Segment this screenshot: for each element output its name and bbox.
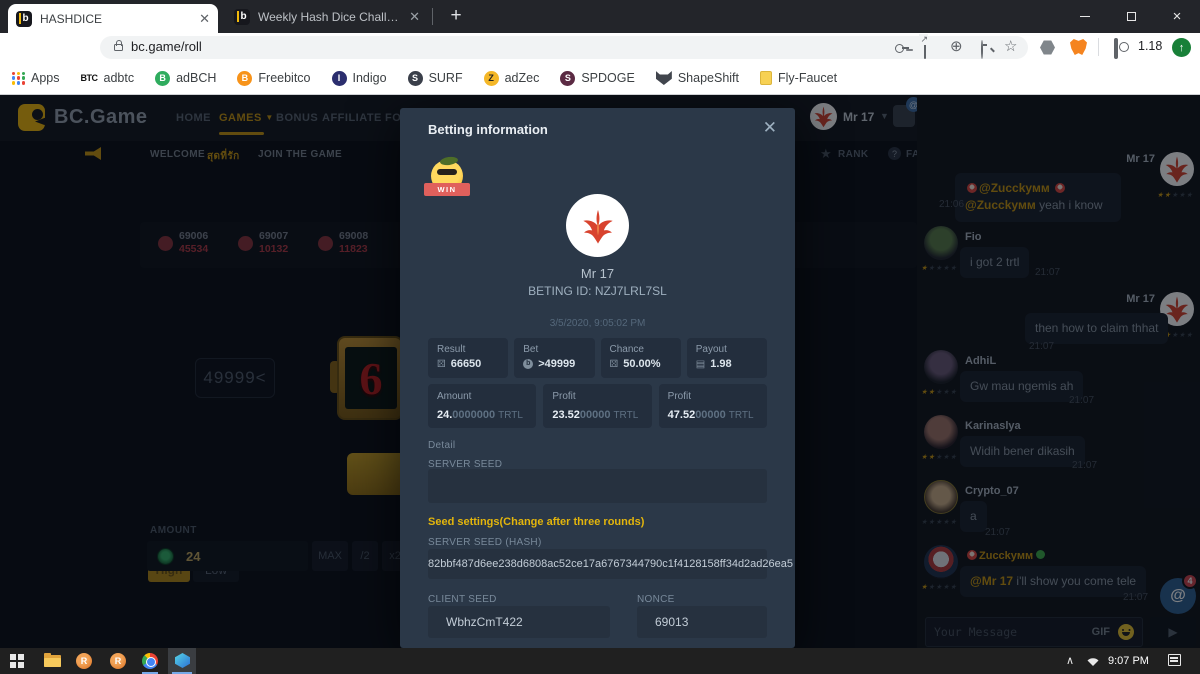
update-arrow-icon[interactable]: ↑ (1172, 38, 1191, 57)
minimize-button[interactable] (1062, 0, 1108, 32)
active-app-icon (175, 653, 190, 668)
address-bar[interactable] (100, 36, 1028, 59)
profit-card: Profit 23.5200000TRTL (543, 384, 651, 428)
app-r-icon[interactable]: R (76, 653, 92, 669)
stats-row: Result ⚄66650 Bet b>49999 Chance ⚄50.00%… (428, 338, 767, 378)
extension-badge-value: 1.18 (1138, 39, 1162, 53)
amounts-row: Amount 24.0000000TRTL Profit 23.5200000T… (428, 384, 767, 428)
betting-info-modal: Betting information ✕ WIN Mr 17 BETING I… (400, 108, 795, 648)
zoom-out-icon[interactable] (981, 40, 983, 59)
client-seed-field[interactable]: WbhzCmT422 (428, 606, 610, 638)
bookmarks-bar: Apps BTC adbtc B adBCH B Freebitco I Ind… (0, 62, 1200, 95)
file-explorer-icon[interactable] (44, 655, 61, 667)
amount-card: Amount 24.0000000TRTL (428, 384, 536, 428)
tab-separator (432, 8, 433, 25)
tab-hashdice[interactable]: b HASHDICE ✕ (8, 4, 218, 33)
indigo-icon: I (332, 71, 347, 86)
close-button[interactable]: × (1154, 0, 1200, 32)
extension-camera-icon[interactable] (1114, 38, 1118, 59)
bookmark-apps[interactable]: Apps (12, 71, 60, 85)
bookmark-adbch[interactable]: B adBCH (155, 71, 216, 86)
active-app-button[interactable] (168, 648, 196, 674)
client-seed-label: CLIENT SEED (428, 594, 497, 605)
nonce-label: NONCE (637, 594, 675, 605)
bookmark-shapeshift[interactable]: ShapeShift (656, 71, 739, 85)
server-seed-hash-field[interactable]: 82bbf487d6ee238d6808ac52ce17a6767344790c… (428, 549, 767, 579)
dice-icon: ⚄ (437, 359, 446, 370)
nonce-field[interactable]: 69013 (637, 606, 767, 638)
bch-icon: B (155, 71, 170, 86)
player-name: Mr 17 (400, 266, 795, 281)
tray-chevron-icon[interactable]: ∧ (1066, 654, 1074, 667)
action-center-icon[interactable] (1168, 654, 1181, 666)
apps-grid-icon (12, 72, 25, 85)
toolbar-separator (1098, 38, 1099, 56)
new-tab-button[interactable]: + (443, 3, 469, 29)
server-seed-hash-label: SERVER SEED (HASH) (428, 537, 542, 548)
stat-payout: Payout ▤1.98 (687, 338, 767, 378)
cards-icon: ▤ (696, 359, 705, 370)
stat-bet: Bet b>49999 (514, 338, 594, 378)
win-badge: WIN (426, 160, 468, 206)
bookmark-star-icon[interactable]: ☆ (1004, 37, 1017, 55)
wifi-icon[interactable] (1086, 655, 1100, 667)
open-in-new-icon[interactable] (924, 40, 926, 59)
zec-icon: Z (484, 71, 499, 86)
freebitco-icon: B (237, 71, 252, 86)
player-avatar (566, 194, 629, 257)
tab-weekly-challenge[interactable]: b Weekly Hash Dice Challenge - Se ✕ (226, 0, 428, 33)
bcgame-favicon: b (16, 11, 32, 27)
surf-icon: S (408, 71, 423, 86)
bcgame-favicon: b (234, 9, 250, 25)
start-button[interactable] (10, 654, 24, 668)
bookmark-freebitco[interactable]: B Freebitco (237, 71, 310, 86)
clock[interactable]: 9:07 PM (1108, 655, 1149, 667)
app-r-icon[interactable]: R (110, 653, 126, 669)
bet-datetime: 3/5/2020, 9:05:02 PM (400, 318, 795, 329)
bookmark-indigo[interactable]: I Indigo (332, 71, 387, 86)
win-glasses-icon (437, 169, 457, 175)
flyfaucet-icon (760, 71, 772, 85)
dice-icon: ⚄ (610, 359, 619, 370)
bookmark-surf[interactable]: S SURF (408, 71, 463, 86)
windows-taskbar: R R ∧ 9:07 PM (0, 648, 1200, 674)
stat-chance: Chance ⚄50.00% (601, 338, 681, 378)
tab-title: Weekly Hash Dice Challenge - Se (258, 10, 401, 24)
tab-close-icon[interactable]: ✕ (199, 11, 210, 27)
bookmark-adzec[interactable]: Z adZec (484, 71, 540, 86)
modal-close-icon[interactable]: ✕ (763, 118, 777, 138)
betting-id: BETING ID: NZJ7LRL7SL (400, 284, 795, 298)
shapeshift-fox-icon (656, 71, 672, 85)
detail-label: Detail (428, 440, 455, 451)
profit-card: Profit 47.5200000TRTL (659, 384, 767, 428)
maximize-button[interactable] (1108, 0, 1154, 32)
btc-text-icon: BTC (81, 73, 98, 83)
bookmark-spdoge[interactable]: S SPDOGE (560, 71, 635, 86)
seed-settings-heading: Seed settings(Change after three rounds) (428, 516, 644, 528)
stat-result: Result ⚄66650 (428, 338, 508, 378)
lock-icon[interactable] (114, 44, 123, 51)
tab-title: HASHDICE (40, 12, 191, 26)
server-seed-field[interactable] (428, 469, 767, 503)
spdoge-icon: S (560, 71, 575, 86)
modal-title: Betting information (428, 122, 548, 137)
chrome-taskbar-icon[interactable] (142, 653, 158, 669)
bookmark-adbtc[interactable]: BTC adbtc (81, 71, 135, 85)
win-ribbon-label: WIN (424, 183, 470, 196)
coin-icon: b (523, 359, 533, 369)
tab-strip: b HASHDICE ✕ b Weekly Hash Dice Challeng… (0, 0, 1200, 33)
url-text[interactable]: bc.game/roll (131, 39, 202, 54)
bookmark-flyfaucet[interactable]: Fly-Faucet (760, 71, 837, 85)
add-circle-icon[interactable]: ⊕ (950, 37, 963, 55)
tab-close-icon[interactable]: ✕ (409, 9, 420, 25)
